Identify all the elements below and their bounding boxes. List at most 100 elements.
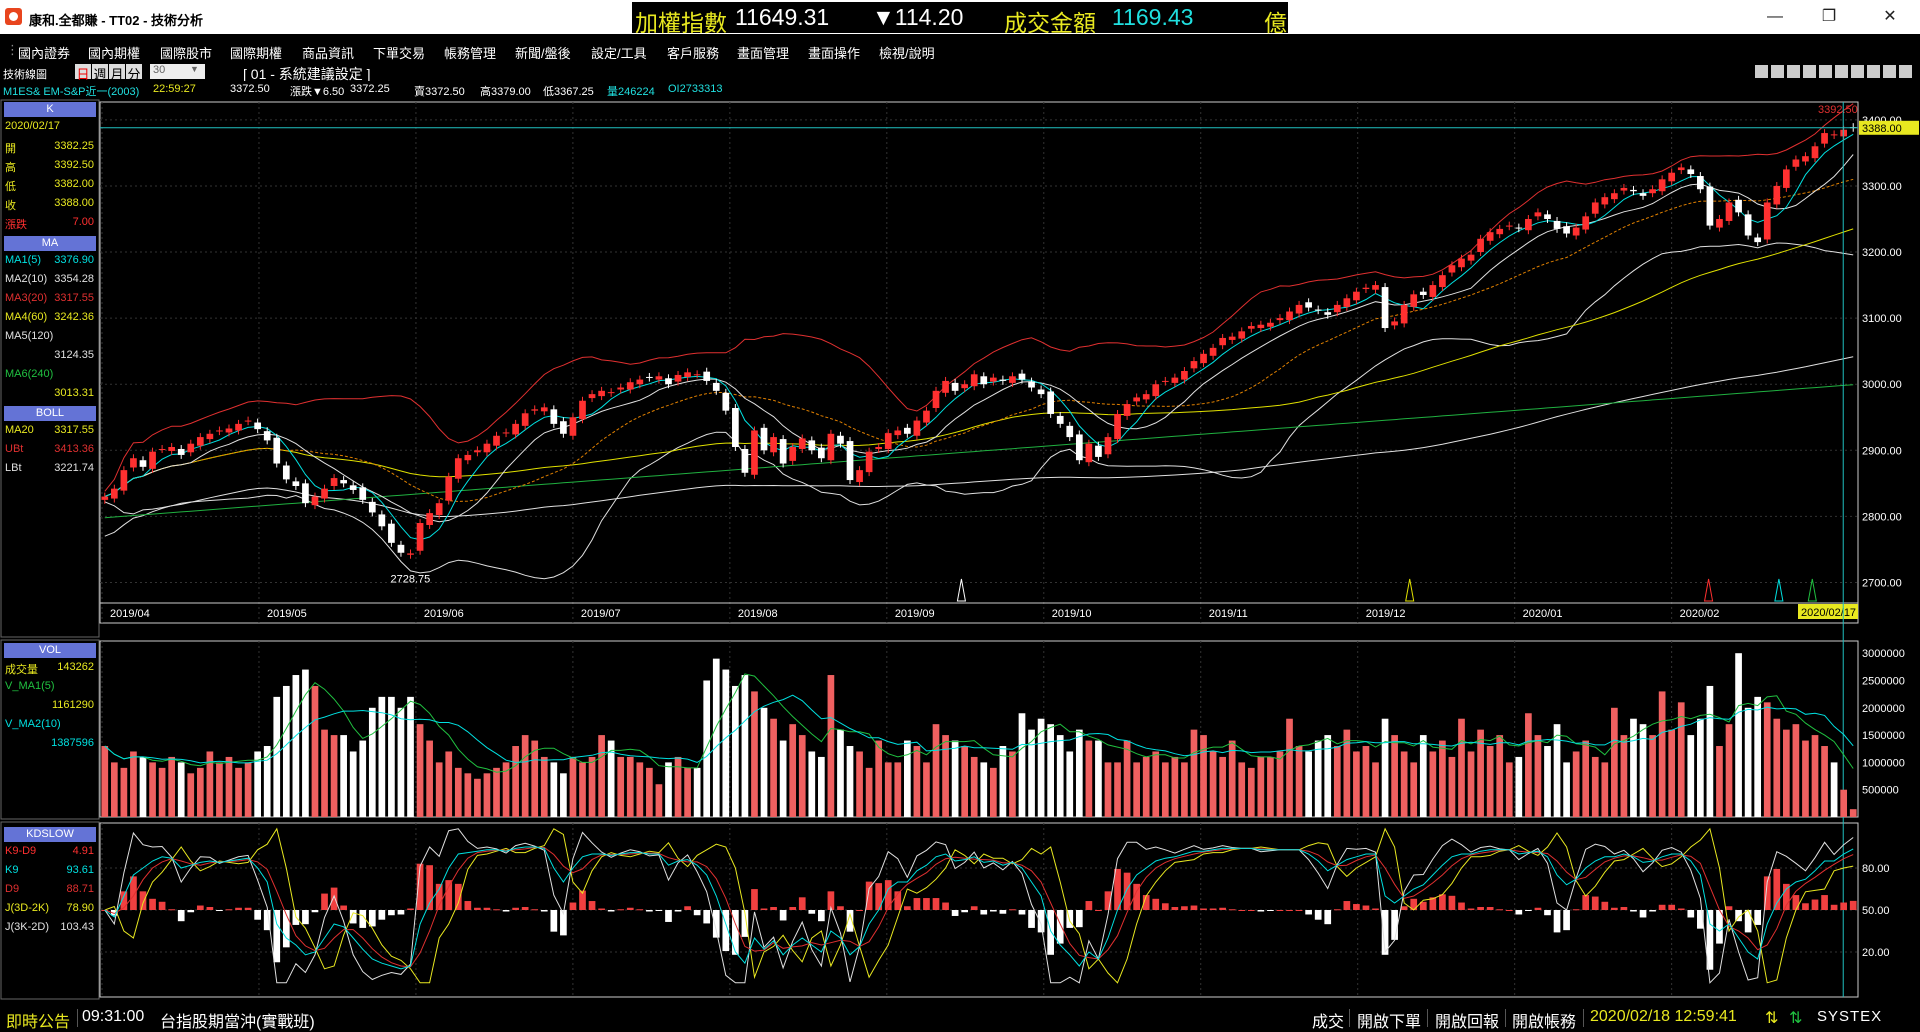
candle-body — [1811, 146, 1819, 159]
candle-body — [1200, 353, 1207, 364]
candle-body — [302, 483, 309, 504]
open-account-button[interactable]: 開啟帳務 — [1512, 1008, 1576, 1032]
candle-body — [1209, 347, 1217, 356]
volume-bar — [1773, 718, 1781, 817]
kd-diff-bar — [1200, 908, 1207, 910]
candle-body — [1630, 189, 1637, 192]
kd-diff-bar — [168, 909, 176, 911]
k-date: 2020/02/17 — [4, 119, 96, 135]
k-header: K — [4, 102, 96, 117]
kd-diff-bar — [684, 906, 691, 910]
volume-bar — [569, 756, 577, 817]
candle-body — [846, 441, 854, 481]
ma2-row: MA2(10) 3354.28 — [4, 272, 96, 288]
boll-ub-label: UBt — [5, 443, 24, 455]
notice-time: 09:31:00 — [82, 1008, 145, 1025]
candle-body — [1706, 186, 1714, 226]
volume-bar — [1314, 740, 1322, 817]
brand-logo: SYSTEX — [1817, 1008, 1883, 1025]
kd-diff-bar — [1601, 901, 1609, 910]
ma1-value: 3376.90 — [54, 254, 94, 266]
k-close-label: 收 — [5, 200, 16, 212]
candle-body — [206, 433, 214, 440]
kd-diff-bar — [1228, 909, 1236, 911]
candle-body — [741, 448, 749, 473]
open-order-button[interactable]: 開啟下單 — [1357, 1008, 1421, 1032]
candle-body — [665, 378, 672, 385]
k9-line — [104, 846, 1854, 970]
candle-body — [1458, 258, 1465, 268]
ma6-line — [104, 384, 1854, 519]
open-report-button[interactable]: 開啟回報 — [1435, 1008, 1499, 1032]
kd-diff-bar — [598, 908, 605, 910]
kd-diff-bar — [1181, 906, 1188, 910]
k-open-row: 開 3382.25 — [4, 139, 96, 155]
volume-bar — [130, 751, 137, 817]
volume-bar — [292, 675, 300, 817]
candle-body — [588, 394, 596, 399]
volume-bar — [1123, 740, 1131, 817]
volume-bar — [1601, 762, 1609, 817]
volume-bar — [1439, 740, 1446, 817]
candle-body — [1056, 415, 1064, 424]
volume-bar — [1677, 702, 1685, 817]
candle-body — [235, 423, 242, 431]
volume-bar — [1372, 762, 1379, 817]
candle-body — [1362, 287, 1370, 290]
boll-ub-value: 3413.36 — [54, 443, 94, 455]
k-change-label: 漲跌 — [5, 219, 27, 231]
candle-body — [1687, 169, 1695, 175]
candle-body — [1343, 298, 1351, 307]
volume-bar — [1725, 724, 1733, 817]
notice-label[interactable]: 即時公告 — [6, 1008, 70, 1032]
volume-bar — [1658, 691, 1666, 817]
volume-bar — [1591, 756, 1599, 817]
kd-diff-bar — [808, 910, 816, 914]
volume-bar — [340, 735, 347, 817]
volume-bar — [1286, 718, 1293, 817]
kd-diff-bar — [1505, 910, 1513, 911]
volume-bar — [1257, 756, 1265, 817]
k-change-row: 漲跌 7.00 — [4, 215, 96, 231]
candle-body — [636, 379, 644, 385]
volume-bar — [311, 685, 319, 817]
notice-message[interactable]: 台指股期當沖(實戰班) — [160, 1008, 315, 1032]
candle-body — [1486, 232, 1494, 241]
j2-value: 103.43 — [60, 921, 94, 933]
volume-bar — [865, 767, 873, 817]
candle-body — [196, 437, 204, 446]
kd-diff-bar — [903, 906, 911, 910]
technical-chart[interactable]: 3400.003300.003200.003100.003000.002900.… — [0, 0, 1920, 1030]
candle-body — [607, 392, 615, 394]
kd-diff-bar — [311, 910, 319, 913]
kd-diff-bar — [1515, 910, 1523, 915]
volume-bar — [1295, 746, 1303, 817]
candle-body — [1467, 254, 1475, 261]
volume-bar — [454, 767, 462, 817]
kd-diff-bar — [474, 907, 481, 910]
candle-body — [856, 470, 863, 483]
kd-diff-bar — [1295, 910, 1303, 911]
candle-body — [1324, 312, 1332, 315]
volume-bar — [1161, 762, 1169, 817]
volume-bar — [1802, 740, 1809, 817]
kd-diff-bar — [1009, 909, 1016, 911]
volume-bar — [1419, 735, 1427, 817]
candle-body — [1572, 227, 1580, 236]
candle-body — [1620, 187, 1628, 191]
candle-body — [942, 380, 949, 393]
kd-diff-bar — [483, 907, 491, 910]
vma2-value: 1387596 — [51, 737, 94, 749]
candle-body — [388, 523, 395, 543]
trade-button[interactable]: 成交 — [1312, 1008, 1344, 1032]
candle-body — [932, 390, 940, 409]
kd-diff-bar — [626, 907, 634, 910]
candle-body — [502, 432, 510, 434]
ma6-value-row: 3013.31 — [4, 386, 96, 402]
k-low-label: 低 — [5, 181, 16, 193]
kd-diff-bar — [961, 910, 969, 913]
candle-body — [1228, 336, 1236, 340]
kd-diff-bar — [512, 907, 519, 910]
candle-body — [951, 382, 959, 391]
kd-diff-bar — [989, 910, 997, 912]
